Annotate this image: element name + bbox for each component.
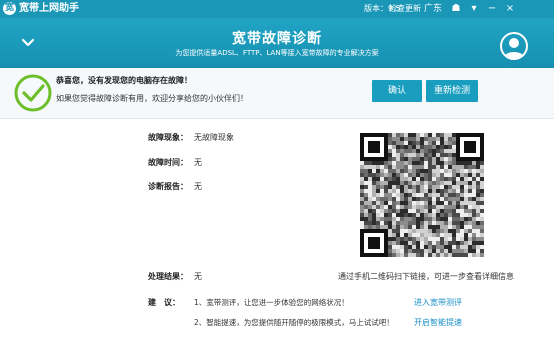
suggestion-item-boost: 2、智能提速，为您提供随开随停的极限模式，马上试试吧！ — [194, 318, 394, 327]
close-icon[interactable]: × — [503, 2, 517, 16]
report-value: 无 — [194, 182, 202, 191]
suggestion-label: 建 议： — [148, 298, 180, 307]
region-selector[interactable]: 广东 — [424, 2, 442, 16]
success-check-icon — [14, 74, 52, 116]
result-summary: 恭喜您，没有发现您的电脑存在故障！ 如果您觉得故障诊断有用，欢迎分享给您的小伙伴… — [0, 68, 554, 119]
congrats-text: 恭喜您，没有发现您的电脑存在故障！ — [56, 76, 192, 85]
confirm-button[interactable]: 确认 — [372, 80, 422, 102]
time-value: 无 — [194, 158, 202, 167]
check-update-link[interactable]: 检查更新 — [389, 2, 421, 16]
result-label: 处理结果： — [148, 272, 188, 281]
symptom-label: 故障现象： — [148, 133, 188, 142]
qr-caption: 通过手机二维码扫下链接，可进一步查看详细信息 — [338, 272, 514, 281]
title-bar: 宽 宽带上网助手 版本：9.5 检查更新 广东 ☗ ▾ − × — [0, 0, 554, 18]
skin-icon[interactable]: ☗ — [449, 2, 463, 16]
qr-code — [360, 133, 484, 257]
app-title: 宽带上网助手 — [19, 3, 79, 14]
symptom-value: 无故障现象 — [194, 133, 234, 142]
avatar[interactable] — [500, 32, 528, 60]
header-banner: 宽带故障诊断 为您提供适量ADSL、FTTP、LAN等接入宽带故障的专业解决方案 — [0, 18, 554, 68]
page-subtitle: 为您提供适量ADSL、FTTP、LAN等接入宽带故障的专业解决方案 — [175, 49, 379, 57]
recheck-button[interactable]: 重新检测 — [426, 80, 478, 102]
app-logo-icon: 宽 — [3, 2, 16, 15]
share-text: 如果您觉得故障诊断有用，欢迎分享给您的小伙伴们！ — [56, 94, 248, 103]
minimize-icon[interactable]: − — [485, 2, 499, 16]
report-label: 诊断报告： — [148, 182, 188, 191]
speedtest-link[interactable]: 进入宽带测评 — [414, 298, 462, 308]
time-label: 故障时间： — [148, 158, 188, 167]
result-value: 无 — [194, 272, 202, 281]
menu-icon[interactable]: ▾ — [467, 2, 481, 16]
page-title: 宽带故障诊断 — [232, 31, 322, 47]
suggestion-item-speedtest: 1、宽带测评，让您进一步体验您的网络状况！ — [194, 298, 349, 307]
boost-link[interactable]: 开启智能提速 — [414, 318, 462, 328]
